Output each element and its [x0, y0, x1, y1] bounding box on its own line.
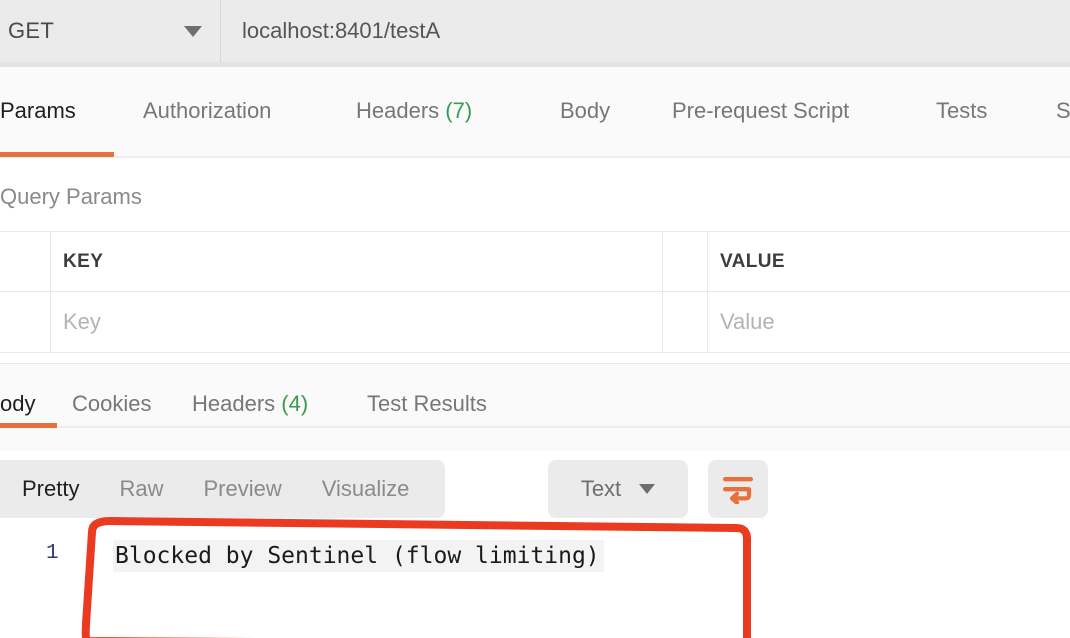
- chevron-down-icon: [184, 25, 202, 37]
- request-tab-s[interactable]: S: [1056, 86, 1070, 122]
- param-value-placeholder: Value: [720, 309, 775, 334]
- request-tab-body[interactable]: Body: [560, 86, 610, 122]
- chevron-down-icon: [639, 484, 656, 494]
- word-wrap-toggle[interactable]: [708, 460, 768, 518]
- response-tabs-zone: ody Cookies Headers (4) Test Results: [0, 363, 1070, 452]
- row-spacer-cell: [663, 292, 708, 352]
- query-params-title: Query Params: [0, 184, 142, 209]
- request-tab-label: Params: [0, 98, 76, 123]
- row-checkbox-cell[interactable]: [0, 292, 51, 352]
- header-checkbox-cell: [0, 232, 51, 291]
- request-tab-label: S: [1056, 98, 1070, 123]
- column-header-key: KEY: [63, 250, 104, 272]
- request-tabs: Params Authorization Headers (7) Body Pre-re…: [0, 86, 1070, 158]
- request-tab-params[interactable]: Params: [0, 86, 76, 122]
- response-format-label: Text: [580, 476, 622, 501]
- request-tab-label: Authorization: [143, 98, 272, 123]
- request-tab-tests[interactable]: Tests: [936, 86, 987, 122]
- response-tab-label: Headers: [192, 391, 276, 416]
- query-params-section: Query Params KEY VALUE Key Value: [0, 158, 1070, 363]
- response-tab-test-results[interactable]: Test Results: [367, 379, 487, 415]
- header-value-cell: VALUE: [708, 232, 1070, 291]
- line-number: 1: [46, 542, 59, 565]
- active-tab-underline-body: [0, 423, 57, 428]
- response-format-select[interactable]: Text: [548, 460, 688, 518]
- response-body-code-area[interactable]: 1 Blocked by Sentinel (flow limiting): [0, 528, 1070, 638]
- param-key-input[interactable]: Key: [51, 292, 663, 352]
- url-input-value: localhost:8401/testA: [242, 18, 441, 43]
- request-tab-count: (7): [439, 98, 473, 123]
- query-params-table: KEY VALUE Key Value: [0, 231, 1070, 353]
- response-tab-label: ody: [0, 391, 36, 416]
- view-mode-raw[interactable]: Raw: [99, 476, 183, 502]
- param-value-input[interactable]: Value: [708, 292, 1070, 352]
- response-tab-label: Cookies: [72, 391, 152, 416]
- response-tab-label: Test Results: [367, 391, 487, 416]
- response-tab-count: (4): [275, 391, 309, 416]
- view-mode-visualize[interactable]: Visualize: [302, 476, 430, 502]
- table-header-row: KEY VALUE: [0, 231, 1070, 292]
- column-header-value: VALUE: [720, 250, 785, 272]
- response-tab-cookies[interactable]: Cookies: [72, 379, 151, 415]
- request-tab-headers[interactable]: Headers (7): [356, 86, 472, 122]
- header-key-cell: KEY: [51, 232, 663, 291]
- response-tabs-rule: [0, 426, 1070, 428]
- request-tabs-zone: Params Authorization Headers (7) Body Pre-re…: [0, 67, 1070, 158]
- request-tab-label: Headers: [356, 98, 440, 123]
- response-body-text: Blocked by Sentinel (flow limiting): [115, 543, 600, 569]
- http-method-label: GET: [8, 18, 55, 43]
- request-url-bar: GET localhost:8401/testA: [0, 0, 1070, 62]
- request-tab-pre-request-script[interactable]: Pre-request Script: [672, 86, 849, 122]
- response-body-line: Blocked by Sentinel (flow limiting): [113, 540, 604, 572]
- http-method-select[interactable]: GET: [0, 0, 221, 62]
- request-tab-label: Pre-request Script: [672, 98, 850, 123]
- header-spacer-cell: [663, 232, 708, 291]
- view-mode-pretty[interactable]: Pretty: [2, 476, 99, 502]
- response-tab-ody[interactable]: ody: [0, 379, 35, 415]
- request-tab-authorization[interactable]: Authorization: [143, 86, 271, 122]
- param-key-placeholder: Key: [63, 309, 101, 334]
- table-row: Key Value: [0, 292, 1070, 353]
- request-tab-label: Tests: [936, 98, 988, 123]
- response-view-mode-group: Pretty Raw Preview Visualize: [0, 460, 446, 518]
- active-tab-underline-params: [0, 152, 114, 157]
- url-input[interactable]: localhost:8401/testA: [221, 0, 1070, 62]
- word-wrap-icon: [723, 477, 753, 504]
- response-tab-headers[interactable]: Headers (4): [192, 379, 308, 415]
- view-mode-preview[interactable]: Preview: [183, 476, 301, 502]
- request-tab-label: Body: [560, 98, 611, 123]
